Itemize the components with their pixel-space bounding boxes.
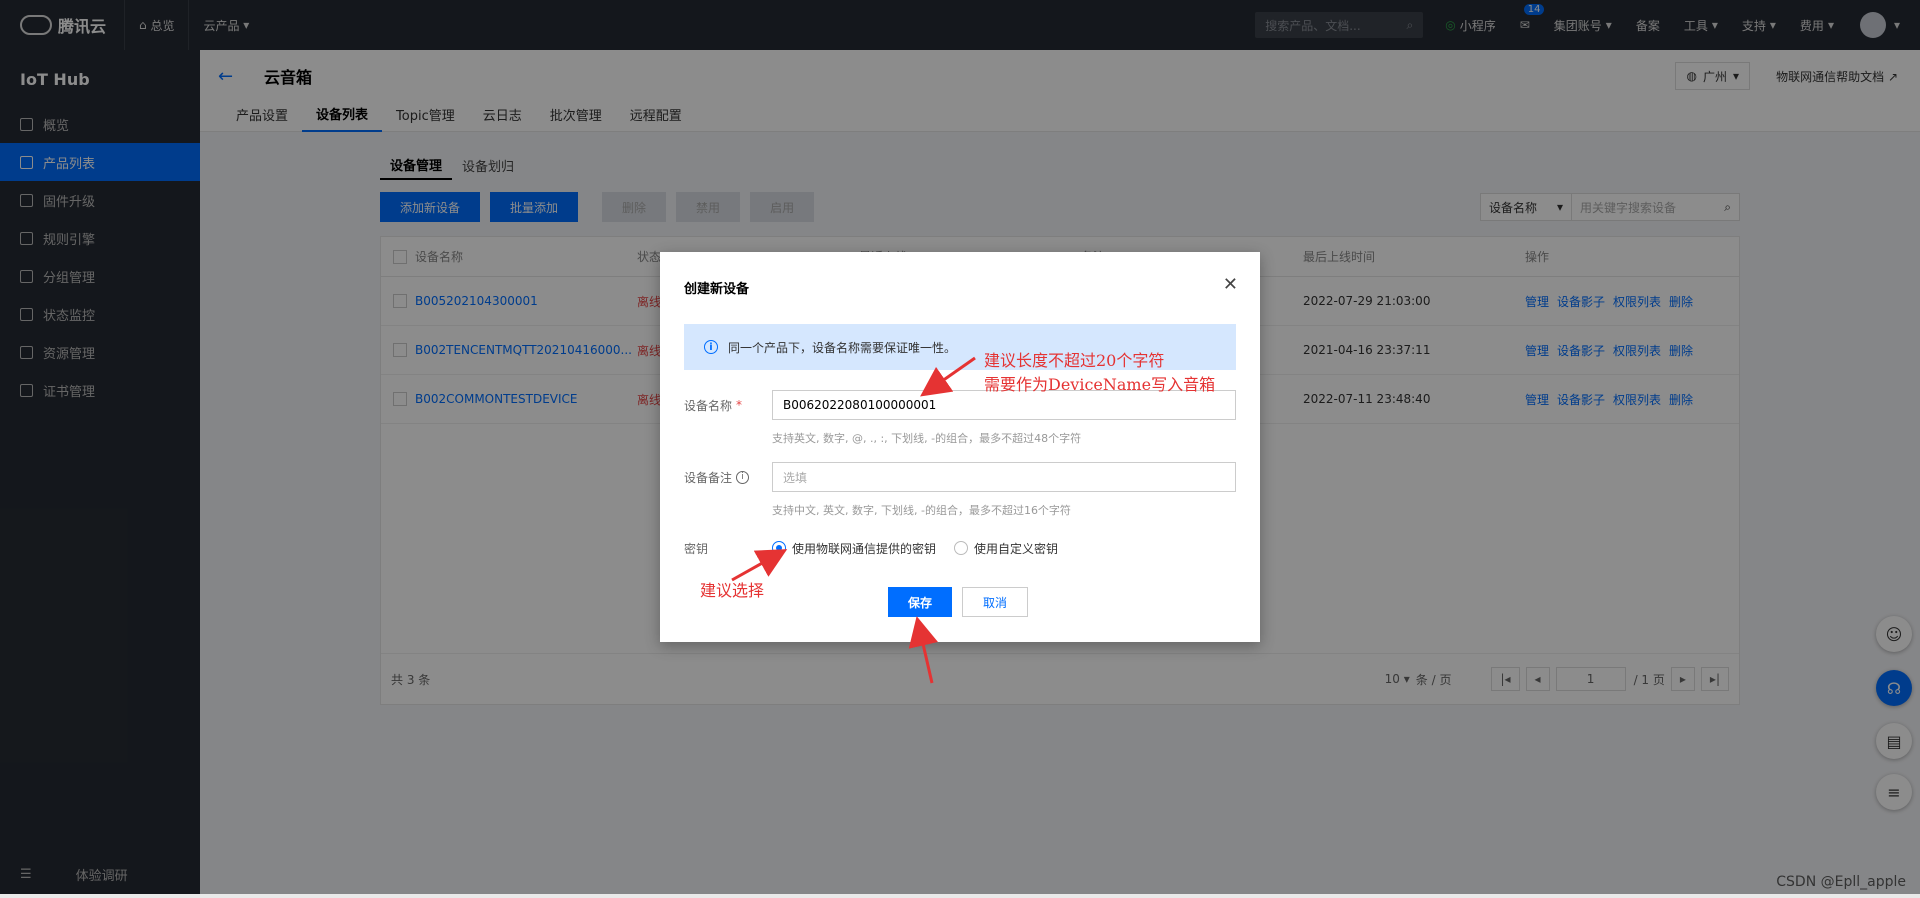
device-name-hint: 支持英文, 数字, @, ., :, 下划线, -的组合，最多不超过48个字符	[772, 432, 1082, 445]
info-icon: i	[704, 340, 718, 354]
required-mark: *	[736, 398, 743, 412]
dialog-title: 创建新设备	[684, 282, 750, 297]
close-icon[interactable]: ✕	[1223, 274, 1238, 295]
watermark: CSDN @Epll_apple	[1776, 874, 1906, 890]
radio-custom-key[interactable]: 使用自定义密钥	[954, 540, 1058, 557]
device-note-label: 设备备注 i	[684, 462, 772, 492]
bottom-strip	[0, 894, 1920, 898]
radio-custom-key-label: 使用自定义密钥	[974, 541, 1059, 556]
annotation-length-hint: 建议长度不超过20个字符	[984, 351, 1165, 370]
device-note-hint: 支持中文, 英文, 数字, 下划线, -的组合，最多不超过16个字符	[772, 504, 1071, 517]
radio-platform-key[interactable]: 使用物联网通信提供的密钥	[772, 540, 936, 557]
device-note-row: 设备备注 i 选填	[684, 462, 1236, 492]
radio-checked-icon	[772, 541, 786, 555]
annotation-suggest: 建议选择	[700, 581, 765, 600]
radio-unchecked-icon	[954, 541, 969, 555]
info-icon[interactable]: i	[736, 470, 750, 484]
dialog-buttons: 保存 取消	[888, 587, 1029, 617]
device-note-input[interactable]: 选填	[772, 462, 1236, 492]
key-row: 密钥 使用物联网通信提供的密钥 使用自定义密钥	[684, 533, 1058, 563]
notice-text: 同一个产品下，设备名称需要保证唯一性。	[728, 340, 957, 355]
key-label: 密钥	[684, 541, 709, 556]
device-name-label-text: 设备名称	[684, 398, 733, 413]
radio-platform-key-label: 使用物联网通信提供的密钥	[792, 541, 937, 556]
device-name-label: 设备名称 *	[684, 390, 772, 420]
save-button[interactable]: 保存	[888, 587, 953, 617]
device-note-label-text: 设备备注	[684, 470, 733, 485]
annotation-devicename-hint: 需要作为DeviceName写入音箱	[984, 375, 1216, 394]
key-radio-group: 使用物联网通信提供的密钥 使用自定义密钥	[772, 533, 1058, 563]
cancel-button[interactable]: 取消	[962, 587, 1029, 617]
